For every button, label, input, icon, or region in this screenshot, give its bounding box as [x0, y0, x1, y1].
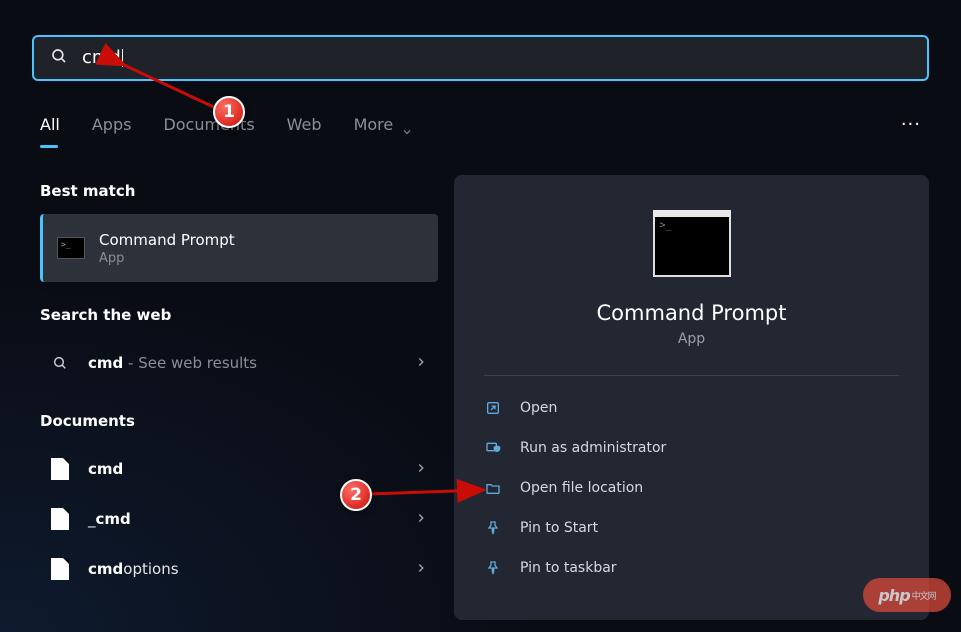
folder-icon: [484, 479, 502, 497]
document-icon: [50, 458, 70, 480]
action-pin-taskbar[interactable]: Pin to taskbar: [474, 548, 909, 588]
tab-web[interactable]: Web: [287, 115, 322, 148]
documents-heading: Documents: [40, 412, 438, 430]
watermark: php中文网: [863, 578, 951, 612]
action-label: Open: [520, 400, 557, 416]
action-label: Pin to taskbar: [520, 560, 617, 576]
action-label: Pin to Start: [520, 520, 598, 536]
tab-more[interactable]: More: [354, 115, 394, 148]
annotation-marker-1: 1: [213, 96, 245, 128]
action-label: Run as administrator: [520, 440, 666, 456]
action-run-admin[interactable]: Run as administrator: [474, 428, 909, 468]
best-match-item[interactable]: Command Prompt App: [40, 214, 438, 282]
tab-all[interactable]: All: [40, 115, 60, 148]
web-result-text: cmd - See web results: [88, 354, 396, 372]
document-name: cmd: [88, 460, 396, 478]
action-open-location[interactable]: Open file location: [474, 468, 909, 508]
filter-tabs: All Apps Documents Web More ···: [40, 114, 921, 149]
preview-subtitle: App: [454, 331, 929, 347]
search-icon: [50, 47, 68, 69]
best-match-heading: Best match: [40, 182, 438, 200]
document-icon: [50, 558, 70, 580]
chevron-right-icon: [414, 560, 428, 579]
open-icon: [484, 399, 502, 417]
action-pin-start[interactable]: Pin to Start: [474, 508, 909, 548]
action-label: Open file location: [520, 480, 643, 496]
search-input[interactable]: cmd: [82, 49, 123, 67]
results-panel: Best match Command Prompt App Search the…: [40, 182, 438, 594]
document-result[interactable]: cmdoptions: [40, 544, 438, 594]
best-match-subtitle: App: [99, 251, 235, 266]
document-result[interactable]: cmd: [40, 444, 438, 494]
pin-taskbar-icon: [484, 559, 502, 577]
chevron-right-icon: [414, 354, 428, 373]
document-name: cmdoptions: [88, 560, 396, 578]
chevron-right-icon: [414, 510, 428, 529]
search-icon: [50, 355, 70, 371]
cmd-app-icon: [57, 237, 85, 259]
preview-app-icon: [653, 215, 731, 277]
preview-title: Command Prompt: [454, 301, 929, 325]
pin-start-icon: [484, 519, 502, 537]
search-web-heading: Search the web: [40, 306, 438, 324]
separator: [484, 375, 899, 376]
annotation-marker-2: 2: [340, 479, 372, 511]
web-result[interactable]: cmd - See web results: [40, 338, 438, 388]
search-bar[interactable]: cmd: [32, 35, 929, 81]
chevron-down-icon: [401, 126, 413, 138]
preview-panel: Command Prompt App Open Run as administr…: [454, 175, 929, 620]
action-open[interactable]: Open: [474, 388, 909, 428]
actions-list: Open Run as administrator Open file loca…: [454, 388, 929, 588]
chevron-right-icon: [414, 460, 428, 479]
document-name: _cmd: [88, 510, 396, 528]
overflow-button[interactable]: ···: [901, 114, 921, 149]
tab-apps[interactable]: Apps: [92, 115, 132, 148]
best-match-title: Command Prompt: [99, 231, 235, 249]
document-icon: [50, 508, 70, 530]
admin-icon: [484, 439, 502, 457]
document-result[interactable]: _cmd: [40, 494, 438, 544]
